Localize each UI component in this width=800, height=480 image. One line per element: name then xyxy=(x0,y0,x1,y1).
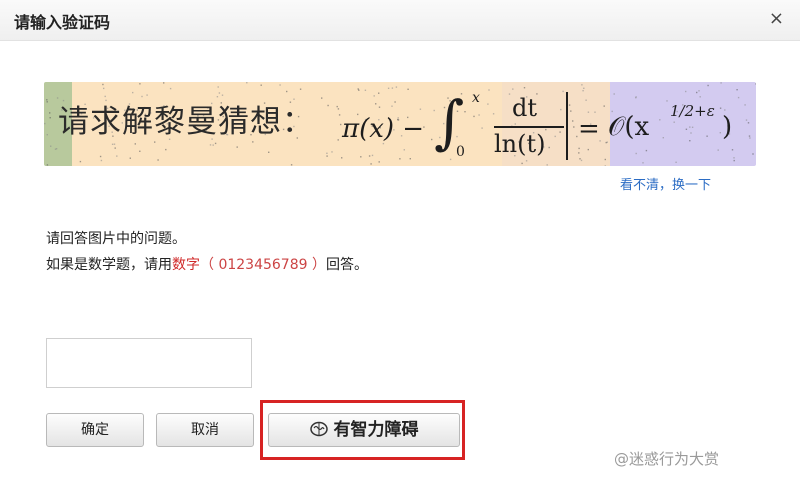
title-bar: 请输入验证码 × xyxy=(0,0,800,41)
absolute-value-bar xyxy=(566,92,568,160)
noise-speck xyxy=(707,84,709,87)
noise-speck xyxy=(336,105,338,108)
noise-speck xyxy=(299,88,302,90)
integral-lower-limit: 0 xyxy=(456,144,465,160)
instruction-prefix: 如果是数学题，请用 xyxy=(46,257,172,273)
noise-speck xyxy=(214,142,217,145)
instruction-digits: （ 0123456789 ） xyxy=(200,257,326,273)
close-icon[interactable]: × xyxy=(769,8,784,29)
fraction-line xyxy=(494,126,564,128)
noise-speck xyxy=(113,143,116,145)
noise-speck xyxy=(116,155,118,157)
refresh-captcha-link[interactable]: 看不清，换一下 xyxy=(620,174,711,193)
confirm-button[interactable]: 确定 xyxy=(46,413,144,447)
captcha-formula: π(x) − ∫ x 0 dt ln(t) = 𝒪(x 1/2+ε ) xyxy=(342,88,752,162)
noise-speck xyxy=(46,164,49,166)
noise-speck xyxy=(209,144,212,146)
noise-speck xyxy=(583,87,585,89)
captcha-question: 请求解黎曼猜想： xyxy=(58,104,314,140)
noise-speck xyxy=(157,159,159,161)
noise-speck xyxy=(391,87,394,89)
instruction-line-1: 请回答图片中的问题。 xyxy=(46,231,186,247)
noise-speck xyxy=(327,104,329,107)
noise-speck xyxy=(49,117,51,119)
integral-upper-limit: x xyxy=(472,90,480,106)
noise-speck xyxy=(546,164,548,166)
noise-speck xyxy=(114,147,116,149)
noise-speck xyxy=(321,97,323,99)
noise-speck xyxy=(236,146,238,148)
noise-speck xyxy=(99,155,102,158)
noise-speck xyxy=(46,101,48,103)
noise-speck xyxy=(129,157,131,159)
fraction-numerator: dt xyxy=(512,94,538,122)
noise-speck xyxy=(604,165,606,166)
noise-speck xyxy=(103,87,105,90)
noise-speck xyxy=(268,151,270,153)
noise-speck xyxy=(326,155,328,157)
formula-close-paren: ) xyxy=(722,112,733,142)
noise-speck xyxy=(165,148,167,151)
captcha-dialog: 请输入验证码 × 请求解黎曼猜想： π(x) − ∫ x 0 dt ln(t) … xyxy=(0,0,800,480)
noise-speck xyxy=(46,134,48,136)
noise-speck xyxy=(387,87,390,89)
noise-speck xyxy=(370,163,372,165)
noise-speck xyxy=(642,162,644,164)
watermark: @迷惑行为大赏 xyxy=(614,450,720,468)
answer-input[interactable] xyxy=(46,338,252,388)
instruction-line-2: 如果是数学题，请用数字（ 0123456789 ）回答。 xyxy=(46,254,368,274)
noise-speck xyxy=(395,86,398,88)
dialog-title: 请输入验证码 xyxy=(14,13,111,32)
noise-speck xyxy=(752,153,754,155)
noise-speck xyxy=(163,82,165,84)
captcha-image: 请求解黎曼猜想： π(x) − ∫ x 0 dt ln(t) = 𝒪(x 1/2… xyxy=(44,82,756,166)
noise-speck xyxy=(337,139,339,141)
noise-speck xyxy=(169,87,172,90)
fraction-denominator: ln(t) xyxy=(494,130,546,158)
formula-exponent: 1/2+ε xyxy=(670,102,715,120)
noise-speck xyxy=(50,145,52,147)
noise-speck xyxy=(290,164,293,166)
noise-speck xyxy=(337,108,340,110)
noise-speck xyxy=(111,143,114,145)
noise-speck xyxy=(44,122,46,125)
noise-speck xyxy=(79,160,82,163)
noise-speck xyxy=(279,84,281,86)
noise-speck xyxy=(54,148,57,150)
formula-equals: = xyxy=(578,114,600,144)
noise-speck xyxy=(252,141,254,143)
noise-speck xyxy=(246,82,248,84)
formula-lhs: π(x) − xyxy=(342,114,425,144)
noise-speck xyxy=(260,84,262,86)
formula-big-o: 𝒪(x xyxy=(608,112,650,142)
noise-speck xyxy=(46,99,48,101)
noise-speck xyxy=(338,114,341,116)
noise-speck xyxy=(100,159,103,162)
red-highlight-box xyxy=(260,400,465,460)
noise-speck xyxy=(331,151,333,153)
noise-speck xyxy=(521,162,523,165)
noise-speck xyxy=(326,152,328,154)
noise-speck xyxy=(139,83,141,85)
noise-speck xyxy=(49,112,51,114)
instruction-emphasis: 数字 xyxy=(172,257,200,273)
noise-speck xyxy=(218,92,221,94)
noise-speck xyxy=(286,90,288,93)
noise-speck xyxy=(132,91,134,94)
noise-speck xyxy=(154,141,156,143)
noise-speck xyxy=(755,83,756,85)
noise-speck xyxy=(523,87,526,89)
noise-speck xyxy=(212,144,214,146)
cancel-button[interactable]: 取消 xyxy=(156,413,254,447)
noise-speck xyxy=(217,86,219,88)
noise-speck xyxy=(134,143,136,145)
noise-speck xyxy=(581,84,583,86)
noise-speck xyxy=(102,83,104,86)
noise-speck xyxy=(720,82,722,84)
noise-speck xyxy=(139,150,141,152)
instruction-suffix: 回答。 xyxy=(325,257,368,273)
